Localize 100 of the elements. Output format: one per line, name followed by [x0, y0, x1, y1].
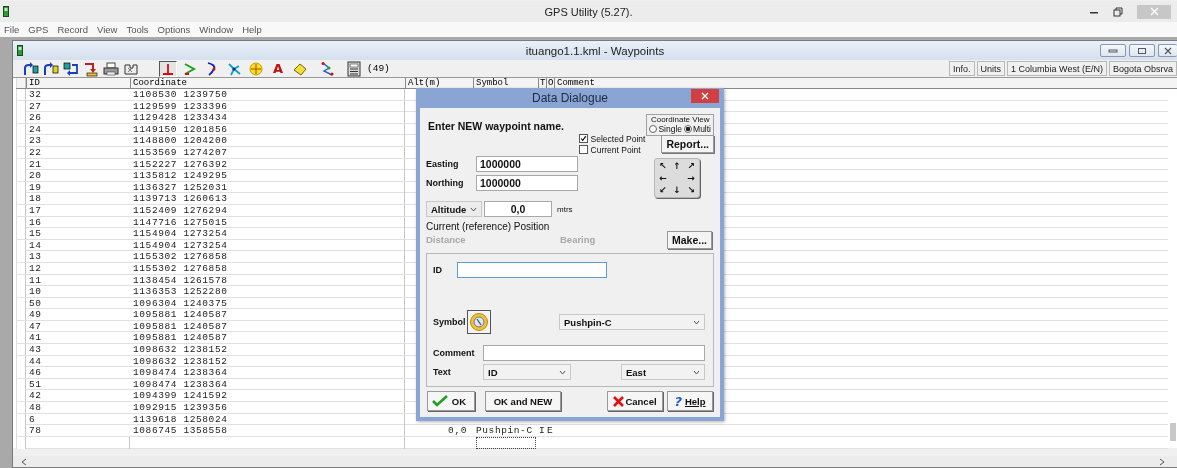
row-selector[interactable]: [16, 135, 26, 147]
menu-item[interactable]: Help: [242, 24, 262, 35]
menu-item[interactable]: Tools: [126, 24, 149, 35]
arrow-key[interactable]: ↗: [684, 160, 698, 172]
row-selector[interactable]: [16, 286, 26, 298]
altitude-field[interactable]: 0,0: [484, 201, 552, 217]
position-dropdown[interactable]: East: [621, 364, 705, 380]
calculator-icon[interactable]: [347, 60, 361, 77]
scrollbar-thumb[interactable]: [1170, 423, 1176, 441]
table-cell: 1136353 1252280: [130, 286, 405, 298]
row-selector[interactable]: [16, 413, 26, 425]
checkbox-option[interactable]: Current Point: [578, 144, 646, 155]
help-button[interactable]: ? Help: [667, 391, 713, 411]
down-arrow-icon[interactable]: [83, 60, 99, 77]
row-selector[interactable]: [16, 112, 26, 124]
cancel-button[interactable]: Cancel: [607, 391, 663, 411]
row-selector[interactable]: [16, 89, 26, 100]
row-selector[interactable]: [16, 390, 26, 402]
radio-option[interactable]: Multi: [684, 123, 711, 134]
info-button[interactable]: Units: [976, 61, 1006, 76]
close-icon[interactable]: [1163, 46, 1173, 55]
row-selector[interactable]: [16, 344, 26, 356]
altitude-dropdown[interactable]: Altitude: [426, 201, 482, 217]
menu-item[interactable]: Record: [57, 24, 88, 35]
easting-field[interactable]: 1000000: [476, 156, 578, 172]
printer-icon[interactable]: [103, 60, 119, 77]
id-field[interactable]: [457, 262, 607, 278]
row-selector[interactable]: [16, 262, 26, 274]
row-selector[interactable]: [16, 193, 26, 205]
table-cell: 1129599 1233396: [130, 100, 405, 112]
row-selector[interactable]: [16, 158, 26, 170]
info-button[interactable]: Bogota Obsrva: [1108, 61, 1177, 76]
text-tool-button[interactable]: A: [269, 60, 287, 77]
comment-field[interactable]: [483, 345, 705, 361]
table-cell: 1135812 1249295: [130, 170, 405, 182]
row-selector[interactable]: [16, 204, 26, 216]
arrow-key[interactable]: ↓: [670, 184, 684, 196]
row-selector[interactable]: [16, 378, 26, 390]
menu-item[interactable]: File: [4, 24, 20, 35]
flag-arrow-icon[interactable]: [23, 60, 39, 77]
app-icon: [3, 6, 9, 17]
menu-item[interactable]: View: [97, 24, 118, 35]
ok-button[interactable]: OK: [427, 391, 475, 411]
row-selector[interactable]: [16, 216, 26, 228]
scroll-left-icon[interactable]: [21, 457, 27, 466]
text-dropdown[interactable]: ID: [483, 364, 571, 380]
focus-cell[interactable]: [476, 436, 536, 449]
row-selector[interactable]: [16, 355, 26, 367]
row-selector[interactable]: [16, 425, 26, 437]
symbol-dropdown[interactable]: Pushpin-C: [559, 314, 705, 330]
column-header[interactable]: ID: [26, 78, 130, 88]
arrow-key[interactable]: →: [684, 172, 698, 184]
row-selector[interactable]: [16, 297, 26, 309]
row-selector[interactable]: [16, 274, 26, 286]
flag-arrow-icon[interactable]: [43, 60, 59, 77]
restore-button[interactable]: [1129, 44, 1155, 57]
close-button[interactable]: [691, 89, 719, 103]
restore-icon[interactable]: [1113, 6, 1123, 17]
row-selector[interactable]: [16, 436, 26, 449]
menu-item[interactable]: Options: [157, 24, 191, 35]
row-selector[interactable]: [16, 320, 26, 332]
report-button[interactable]: Report...: [661, 135, 714, 153]
table-cell: E: [547, 425, 554, 437]
make-button[interactable]: Make...: [666, 230, 712, 249]
row-selector[interactable]: [16, 309, 26, 321]
row-selector[interactable]: [16, 402, 26, 414]
checkbox-option[interactable]: Selected Point: [578, 133, 646, 144]
row-selector[interactable]: [16, 146, 26, 158]
row-selector[interactable]: [16, 251, 26, 263]
row-selector[interactable]: [16, 181, 26, 193]
close-button[interactable]: [1158, 44, 1177, 57]
ok-and-new-button[interactable]: OK and NEW: [485, 391, 561, 411]
table-cell-text: 48: [28, 402, 43, 414]
row-selector[interactable]: [16, 332, 26, 344]
radio-option[interactable]: Single: [649, 123, 683, 134]
row-selector[interactable]: [16, 239, 26, 251]
restore-icon[interactable]: [1137, 46, 1147, 55]
arrow-key[interactable]: ↘: [684, 184, 698, 196]
arrow-key[interactable]: ↖: [656, 160, 670, 172]
row-selector[interactable]: [16, 170, 26, 182]
scatter-icon[interactable]: [320, 60, 336, 77]
arrow-key[interactable]: ↑: [670, 160, 684, 172]
table-cell: 1136327 1252031: [130, 181, 405, 193]
scroll-right-icon[interactable]: [1159, 457, 1165, 466]
tool-button[interactable]: [159, 60, 177, 77]
row-selector[interactable]: [16, 100, 26, 112]
table-cell-text: 32: [28, 89, 43, 100]
tool-button[interactable]: [225, 60, 243, 77]
northing-field[interactable]: 1000000: [476, 175, 578, 191]
menu-item[interactable]: Window: [199, 24, 234, 35]
arrow-key[interactable]: ←: [656, 172, 670, 184]
row-selector[interactable]: [16, 228, 26, 240]
info-button[interactable]: 1 Columbia West (E/N): [1007, 61, 1107, 76]
row-selector[interactable]: [16, 367, 26, 379]
info-button[interactable]: Info.: [949, 61, 975, 76]
menu-item[interactable]: GPS: [28, 24, 49, 35]
arrow-key[interactable]: ↙: [656, 184, 670, 196]
row-selector[interactable]: [16, 123, 26, 135]
column-header[interactable]: Coordinate: [130, 78, 405, 88]
swap-arrows-icon[interactable]: [63, 60, 79, 77]
